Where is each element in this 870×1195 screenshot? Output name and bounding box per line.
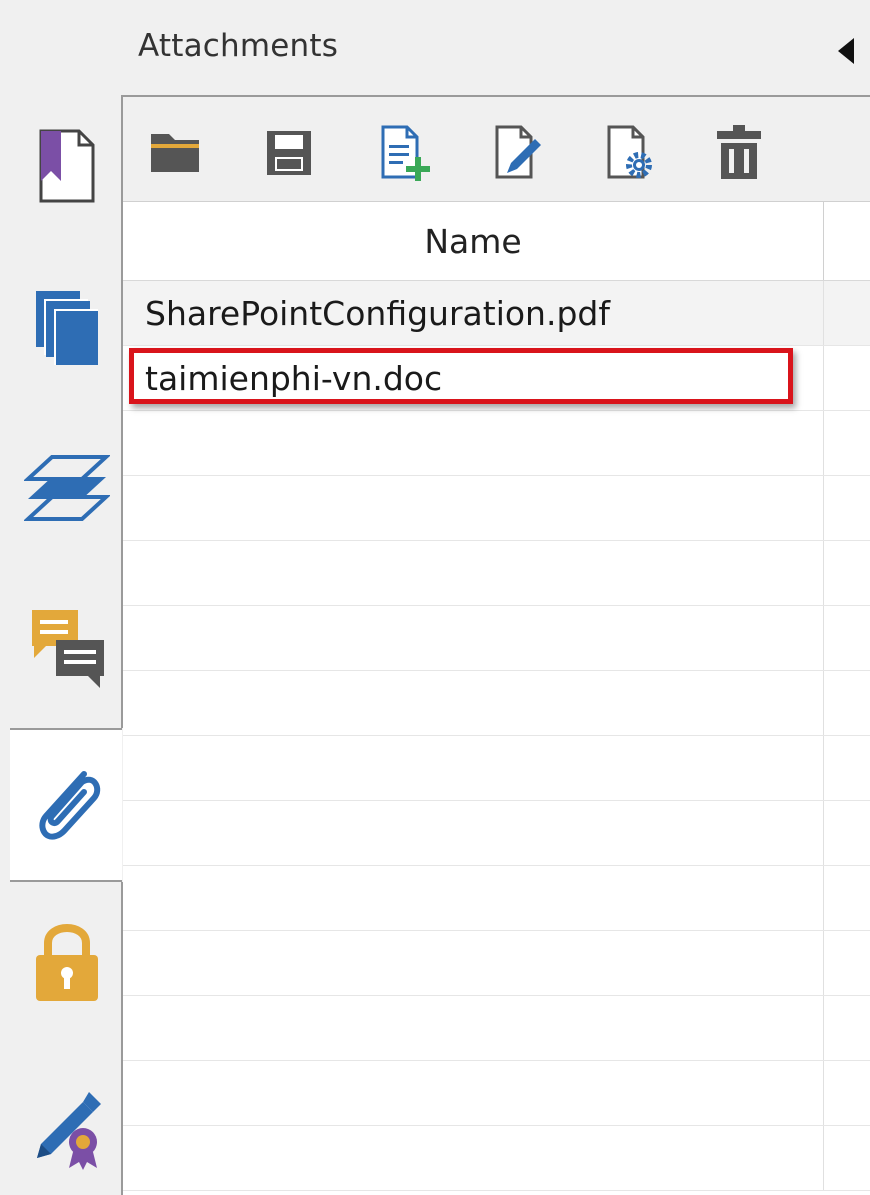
column-divider — [823, 996, 824, 1060]
empty-row — [123, 996, 870, 1061]
empty-row — [123, 541, 870, 606]
add-file-icon — [381, 125, 430, 181]
file-settings-button[interactable] — [599, 121, 663, 185]
rail-item-bookmarks[interactable] — [12, 110, 122, 220]
empty-row — [123, 671, 870, 736]
layers-icon — [24, 455, 110, 521]
column-divider — [823, 1061, 824, 1125]
rail-item-layers[interactable] — [12, 434, 122, 544]
save-button[interactable] — [257, 121, 321, 185]
attachment-name: SharePointConfiguration.pdf — [145, 294, 610, 333]
save-icon — [267, 131, 311, 175]
comments-icon — [32, 610, 104, 688]
empty-row — [123, 1061, 870, 1126]
empty-row — [123, 606, 870, 671]
empty-row — [123, 866, 870, 931]
signature-icon — [37, 1092, 101, 1170]
column-divider — [823, 801, 824, 865]
rail-item-security[interactable] — [12, 906, 122, 1016]
column-divider — [823, 281, 824, 345]
column-divider — [823, 866, 824, 930]
column-divider — [823, 606, 824, 670]
open-button[interactable] — [143, 121, 207, 185]
panel-header: Attachments — [0, 0, 870, 95]
rail-item-attachments[interactable] — [10, 728, 122, 882]
edit-file-icon — [495, 125, 541, 179]
highlight-box — [129, 348, 793, 404]
open-folder-icon — [151, 134, 199, 172]
rail-item-pages[interactable] — [12, 272, 122, 382]
empty-row — [123, 801, 870, 866]
column-divider — [823, 1126, 824, 1190]
column-header-name[interactable]: Name — [123, 202, 823, 280]
table-row[interactable]: taimienphi-vn.doc — [123, 346, 870, 411]
attachments-list: SharePointConfiguration.pdf taimienphi-v… — [123, 281, 870, 1191]
rail-item-signatures[interactable] — [12, 1070, 122, 1180]
paperclip-icon — [39, 771, 101, 840]
lock-icon — [36, 924, 98, 1001]
empty-row — [123, 736, 870, 801]
column-divider — [823, 931, 824, 995]
panel-title: Attachments — [138, 28, 339, 64]
empty-row — [123, 1126, 870, 1191]
column-divider[interactable] — [823, 202, 824, 280]
delete-icon — [717, 125, 761, 179]
attachments-toolbar — [123, 97, 870, 202]
column-divider — [823, 736, 824, 800]
bookmark-icon — [39, 129, 95, 203]
table-header: Name — [123, 202, 870, 281]
file-settings-icon — [607, 125, 652, 179]
pages-icon — [36, 291, 98, 365]
empty-row — [123, 931, 870, 996]
rail-item-comments[interactable] — [12, 590, 122, 700]
attachments-panel: Name SharePointConfiguration.pdf taimien… — [123, 95, 870, 1195]
column-divider — [823, 346, 824, 410]
empty-row — [123, 411, 870, 476]
triangle-left-icon[interactable] — [838, 38, 854, 64]
column-divider — [823, 411, 824, 475]
column-divider — [823, 476, 824, 540]
column-divider — [823, 671, 824, 735]
table-row[interactable]: SharePointConfiguration.pdf — [123, 281, 870, 346]
delete-button[interactable] — [707, 121, 771, 185]
add-file-button[interactable] — [373, 121, 437, 185]
edit-file-button[interactable] — [487, 121, 551, 185]
column-divider — [823, 541, 824, 605]
empty-row — [123, 476, 870, 541]
